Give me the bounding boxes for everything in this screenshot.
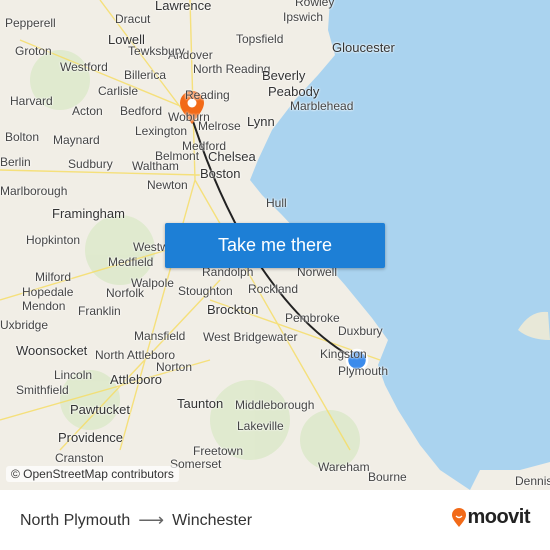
place-label: Gloucester xyxy=(332,40,395,55)
place-label: Harvard xyxy=(10,94,53,108)
place-label: Bourne xyxy=(368,470,407,484)
place-label: Woonsocket xyxy=(16,343,88,358)
place-label: Pembroke xyxy=(285,311,340,325)
brand-name: moovit xyxy=(467,506,530,528)
place-label: Framingham xyxy=(52,206,125,221)
place-label: Dennis xyxy=(515,474,550,488)
place-label: Milford xyxy=(35,270,72,284)
place-label: Marblehead xyxy=(290,99,354,113)
place-label: Belmont xyxy=(155,149,200,163)
arrow-right-icon: ⟶ xyxy=(138,510,165,530)
place-label: Dracut xyxy=(115,12,151,26)
place-label: Marlborough xyxy=(0,184,68,198)
place-label: Hull xyxy=(266,196,287,210)
place-label: Lincoln xyxy=(54,368,93,382)
place-label: Pawtucket xyxy=(70,402,130,417)
place-label: Pepperell xyxy=(5,16,56,30)
place-label: West Bridgewater xyxy=(203,330,298,344)
place-label: Medfield xyxy=(108,255,154,269)
place-label: Carlisle xyxy=(98,84,139,98)
place-label: Smithfield xyxy=(16,383,69,397)
place-label: Taunton xyxy=(177,396,224,411)
place-label: Newton xyxy=(147,178,188,192)
place-label: Lawrence xyxy=(155,0,212,13)
place-label: Melrose xyxy=(198,119,241,133)
place-label: Billerica xyxy=(124,68,167,82)
place-label: Peabody xyxy=(268,84,320,99)
place-label: Franklin xyxy=(78,304,121,318)
moovit-logo[interactable]: moovit xyxy=(451,506,530,529)
place-label: Brockton xyxy=(207,302,259,317)
place-label: Duxbury xyxy=(338,324,383,338)
place-label: Bolton xyxy=(5,130,40,144)
place-label: Uxbridge xyxy=(0,318,49,332)
place-label: Hopkinton xyxy=(26,233,81,247)
place-label: Kingston xyxy=(320,347,367,361)
place-label: Bedford xyxy=(120,104,163,118)
take-me-there-button[interactable]: Take me there xyxy=(165,223,385,268)
place-label: Freetown xyxy=(193,444,244,458)
place-label: Mansfield xyxy=(134,329,186,343)
moovit-pin-icon xyxy=(452,507,467,527)
place-label: Westford xyxy=(60,60,108,74)
place-label: Middleborough xyxy=(235,398,315,412)
place-label: Attleboro xyxy=(110,372,163,387)
destination-name: Winchester xyxy=(172,511,253,529)
place-label: Rowley xyxy=(295,0,335,9)
map-attribution[interactable]: © OpenStreetMap contributors xyxy=(6,466,179,482)
place-label: Norfolk xyxy=(106,286,145,300)
place-label: Mendon xyxy=(22,299,66,313)
place-label: Providence xyxy=(58,430,124,445)
place-label: Groton xyxy=(15,44,52,58)
place-label: Cranston xyxy=(55,451,104,465)
place-label: Wareham xyxy=(318,460,370,474)
place-label: Berlin xyxy=(0,155,31,169)
place-label: Maynard xyxy=(53,133,100,147)
place-label: Chelsea xyxy=(208,149,256,164)
place-label: Lexington xyxy=(135,124,188,138)
place-label: Reading xyxy=(185,88,230,102)
place-label: North Reading xyxy=(193,62,271,76)
place-label: Hopedale xyxy=(22,285,74,299)
map[interactable]: Lawrence Rowley Pepperell Dracut Ipswich Glou… xyxy=(0,0,550,490)
place-label: Lakeville xyxy=(237,419,284,433)
route-summary: North Plymouth ⟶ Winchester xyxy=(20,510,252,531)
place-label: Tewksbury xyxy=(128,44,185,58)
place-label: Rockland xyxy=(248,282,299,296)
origin-name: North Plymouth xyxy=(20,511,131,529)
place-label: Beverly xyxy=(262,68,306,83)
place-label: Stoughton xyxy=(178,284,233,298)
place-label: Acton xyxy=(72,104,103,118)
place-label: Lynn xyxy=(247,114,275,129)
place-label: Sudbury xyxy=(68,157,113,171)
place-label: Boston xyxy=(200,166,241,181)
place-label: Ipswich xyxy=(283,10,324,24)
place-label: Topsfield xyxy=(236,32,284,46)
place-label: Plymouth xyxy=(338,364,389,378)
